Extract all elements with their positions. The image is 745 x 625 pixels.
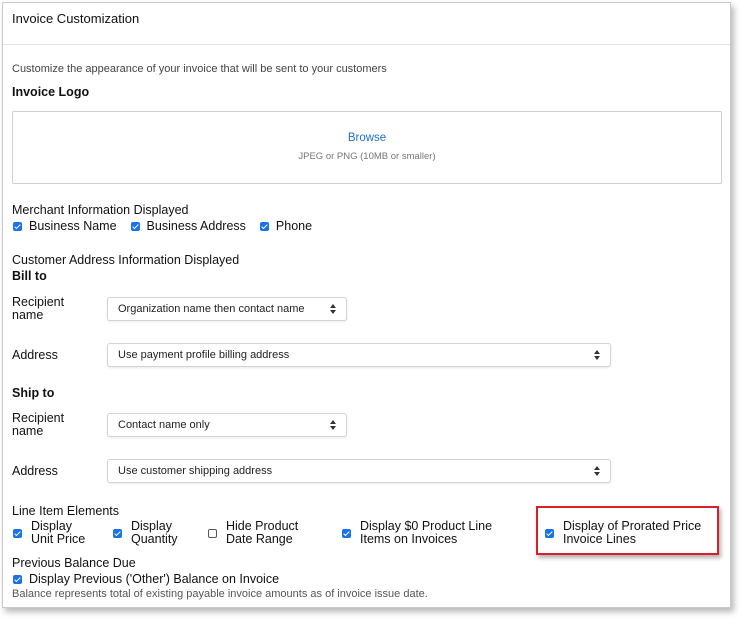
upload-hint: JPEG or PNG (10MB or smaller) [298, 151, 436, 162]
select-arrows-icon [594, 466, 600, 476]
phone-checkbox[interactable] [259, 221, 269, 231]
previous-balance-option: Display Previous ('Other') Balance on In… [13, 572, 279, 586]
ship-address-label: Address [12, 464, 58, 478]
previous-balance-label: Display Previous ('Other') Balance on In… [29, 572, 280, 586]
ship-recipient-select[interactable]: Contact name only [107, 413, 347, 437]
phone-label: Phone [275, 219, 313, 233]
zero-product-lines-checkbox[interactable] [342, 528, 351, 538]
panel-header: Invoice Customization [3, 3, 730, 45]
business-address-label: Business Address [146, 219, 246, 233]
merchant-options: Business Name Business Address Phone [13, 219, 326, 233]
ship-to-heading: Ship to [12, 386, 55, 400]
ship-recipient-label: Recipient name [12, 411, 65, 438]
unit-price-checkbox[interactable] [13, 528, 22, 538]
merchant-info-heading: Merchant Information Displayed [12, 203, 189, 217]
logo-upload-dropzone[interactable]: Browse JPEG or PNG (10MB or smaller) [12, 111, 722, 184]
previous-balance-heading: Previous Balance Due [12, 556, 136, 570]
quantity-option: Display Quantity [113, 520, 178, 546]
select-arrows-icon [594, 350, 600, 360]
invoice-logo-heading: Invoice Logo [12, 85, 90, 99]
bill-address-label: Address [12, 348, 58, 362]
hide-date-range-option: Hide Product Date Range [208, 520, 298, 546]
intro-text: Customize the appearance of your invoice… [12, 63, 387, 75]
previous-balance-checkbox[interactable] [13, 574, 22, 584]
select-arrows-icon [330, 304, 336, 314]
unit-price-option: Display Unit Price [13, 520, 85, 546]
bill-to-heading: Bill to [12, 269, 47, 283]
highlight-box [536, 506, 719, 555]
quantity-checkbox[interactable] [113, 528, 122, 538]
hide-date-range-checkbox[interactable] [208, 528, 217, 538]
business-address-checkbox[interactable] [130, 221, 140, 231]
previous-balance-note: Balance represents total of existing pay… [12, 588, 428, 600]
browse-link[interactable]: Browse [13, 132, 721, 144]
customer-address-heading: Customer Address Information Displayed [12, 253, 240, 267]
line-items-heading: Line Item Elements [12, 504, 119, 518]
page-title: Invoice Customization [12, 11, 140, 26]
select-arrows-icon [330, 420, 336, 430]
ship-address-select[interactable]: Use customer shipping address [107, 459, 611, 483]
bill-recipient-label: Recipient name [12, 295, 65, 322]
business-name-checkbox[interactable] [13, 221, 22, 231]
invoice-customization-panel: Invoice Customization Customize the appe… [2, 2, 731, 608]
bill-recipient-select[interactable]: Organization name then contact name [107, 297, 347, 321]
bill-address-select[interactable]: Use payment profile billing address [107, 343, 611, 367]
zero-product-lines-option: Display $0 Product Line Items on Invoices [342, 520, 492, 546]
business-name-label: Business Name [29, 219, 117, 233]
